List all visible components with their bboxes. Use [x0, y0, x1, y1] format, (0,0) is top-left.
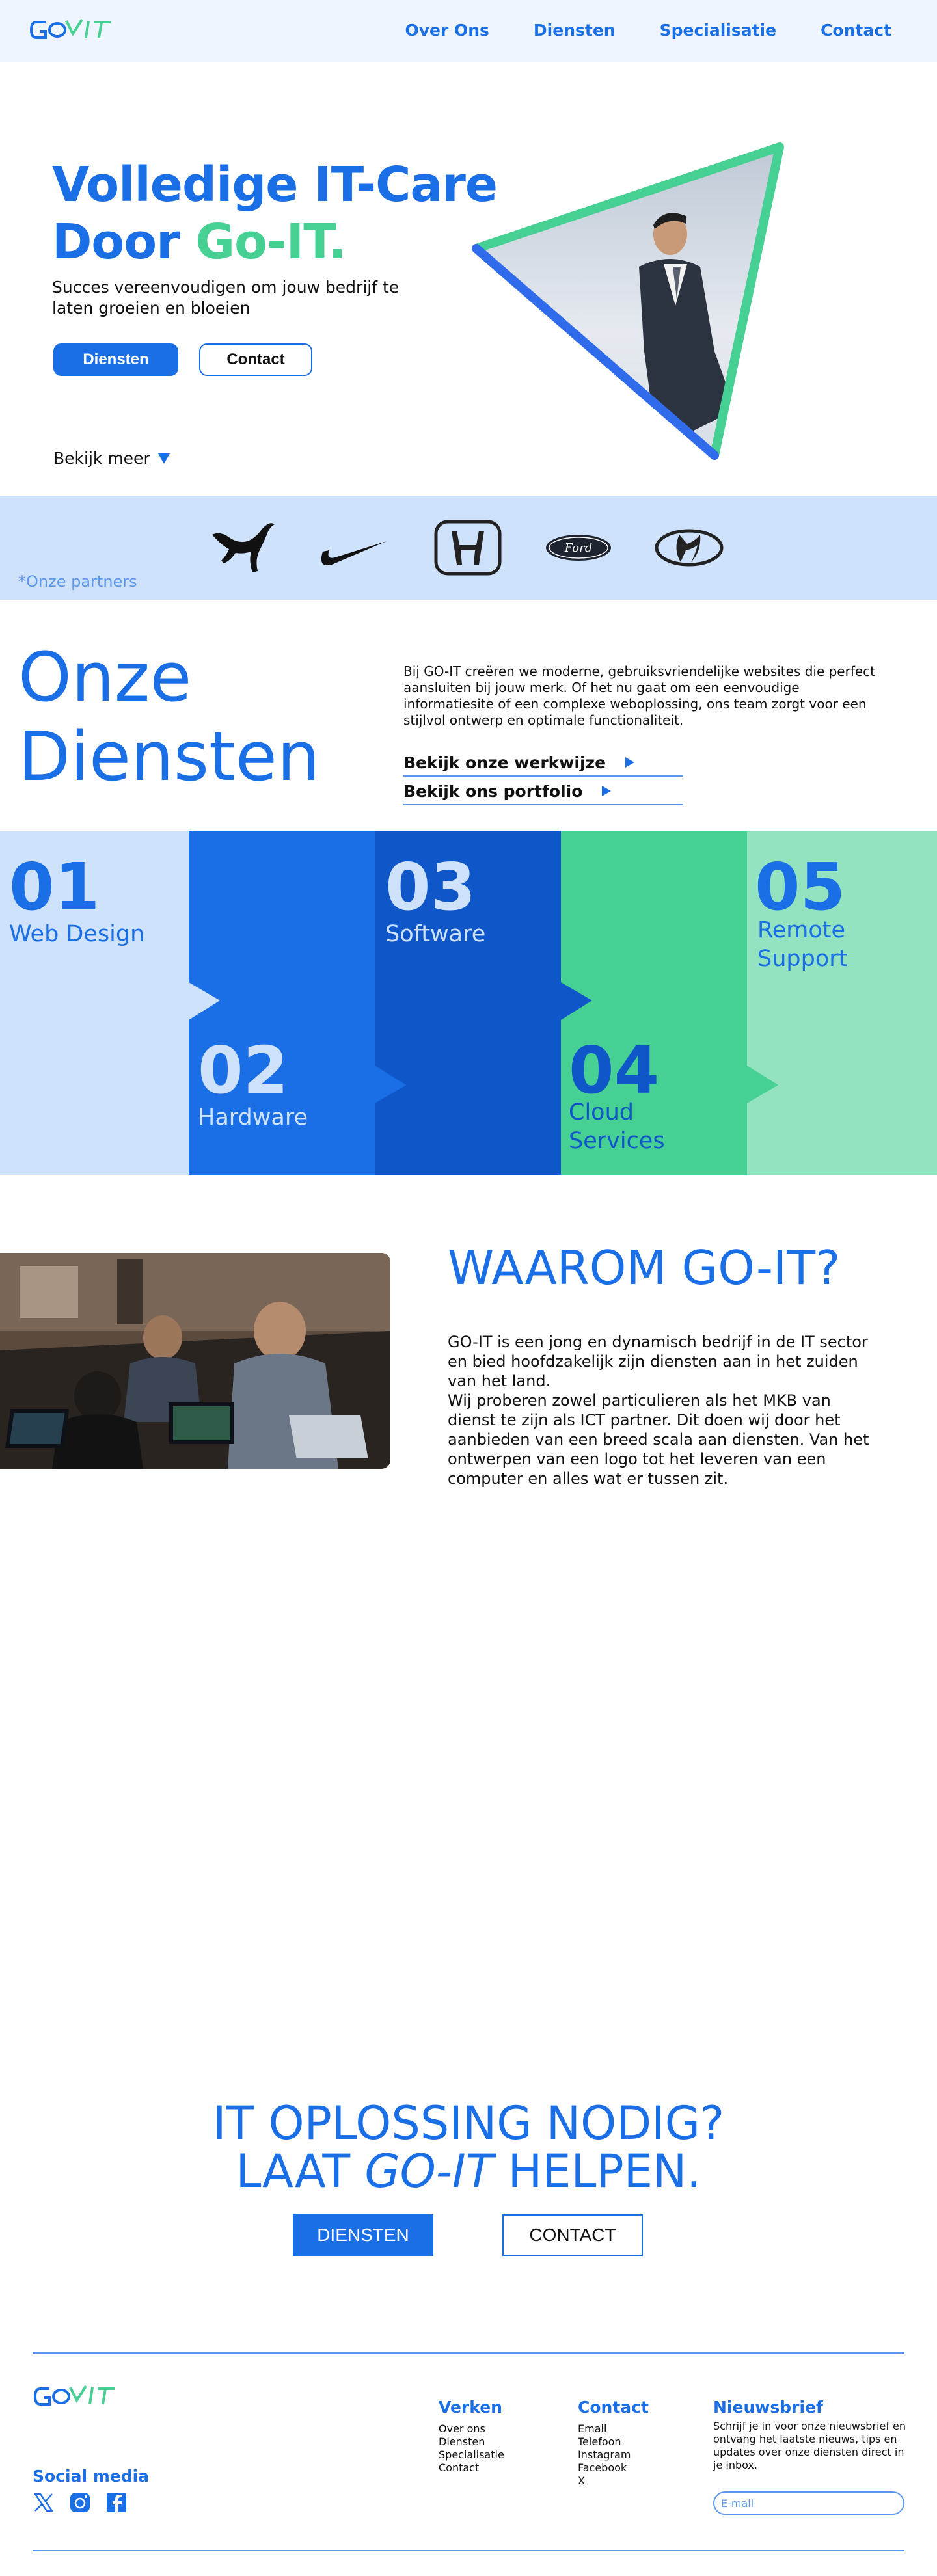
- service-name-line1: Cloud: [569, 1099, 634, 1125]
- contact-list: Email Telefoon Instagram Facebook X: [578, 2422, 631, 2488]
- waarom-text: GO-IT is een jong en dynamisch bedrijf i…: [448, 1333, 869, 1488]
- service-software[interactable]: 03 Software: [375, 831, 561, 1175]
- bekijk-meer-label: Bekijk meer: [53, 449, 150, 468]
- cta-line2-brand: GO-IT: [364, 2145, 494, 2198]
- service-number: 05: [755, 849, 846, 925]
- service-name-line1: Remote: [757, 917, 846, 943]
- footer-link-telefoon[interactable]: Telefoon: [578, 2435, 631, 2449]
- footer-go-it-logo[interactable]: [33, 2381, 124, 2412]
- contact-title: Contact: [578, 2398, 649, 2417]
- werkwijze-link[interactable]: Bekijk onze werkwijze: [403, 749, 683, 777]
- service-remote-support[interactable]: 05 Remote Support: [747, 831, 937, 1175]
- cta-line2-suffix: HELPEN.: [493, 2145, 701, 2198]
- diensten-title-line2: Diensten: [18, 717, 320, 796]
- waarom-title: WAAROM GO-IT?: [448, 1241, 841, 1295]
- ford-logo: Ford: [546, 535, 611, 561]
- service-number: 02: [198, 1032, 289, 1108]
- service-name: Web Design: [9, 921, 145, 947]
- social-media-title: Social media: [33, 2467, 150, 2486]
- portfolio-link[interactable]: Bekijk ons portfolio: [403, 778, 683, 805]
- partners-note: *Onze partners: [18, 572, 137, 591]
- cta-line1: IT OPLOSSING NODIG?: [212, 2097, 725, 2150]
- service-name: Software: [385, 921, 486, 947]
- service-number: 01: [9, 849, 100, 925]
- portfolio-label: Bekijk ons portfolio: [403, 781, 583, 801]
- service-web-design[interactable]: 01 Web Design: [0, 831, 189, 1175]
- diensten-description: Bij GO-IT creëren we moderne, gebruiksvr…: [403, 664, 876, 728]
- nike-logo: [321, 541, 387, 566]
- diensten-title: Onze Diensten: [18, 637, 320, 796]
- facebook-icon[interactable]: [105, 2491, 128, 2514]
- services-strip: 01 Web Design 02 Hardware 03 Software 04…: [0, 831, 937, 1175]
- go-it-logo[interactable]: [29, 14, 120, 46]
- diensten-title-line1: Onze: [18, 637, 192, 717]
- nav-contact[interactable]: Contact: [821, 21, 891, 40]
- hero-title-prefix: Door: [52, 214, 196, 270]
- site-header: Over Ons Diensten Specialisatie Contact: [0, 0, 937, 62]
- partners-band: Ford *Onze partners: [0, 496, 937, 600]
- service-number: 03: [385, 849, 476, 925]
- footer-link-contact[interactable]: Contact: [439, 2462, 504, 2475]
- werkwijze-label: Bekijk onze werkwijze: [403, 753, 606, 772]
- instagram-icon[interactable]: [69, 2491, 91, 2514]
- verken-list: Over ons Diensten Specialisatie Contact: [439, 2422, 504, 2475]
- footer-link-facebook[interactable]: Facebook: [578, 2462, 631, 2475]
- service-name-line2: Services: [569, 1128, 665, 1154]
- hero-diensten-button[interactable]: Diensten: [53, 343, 178, 376]
- service-name: Remote Support: [757, 916, 847, 973]
- nieuwsbrief-title: Nieuwsbrief: [713, 2398, 823, 2417]
- arrow-right-icon: [602, 786, 612, 796]
- footer-link-x[interactable]: X: [578, 2475, 631, 2488]
- nav-diensten[interactable]: Diensten: [534, 21, 616, 40]
- footer-link-specialisatie[interactable]: Specialisatie: [439, 2449, 504, 2462]
- x-icon[interactable]: [33, 2491, 55, 2514]
- email-field[interactable]: [713, 2491, 904, 2515]
- hero-subtitle: Succes vereenvoudigen om jouw bedrijf te…: [52, 278, 400, 317]
- chevron-down-icon: [157, 453, 170, 464]
- cta-line2-prefix: LAAT: [236, 2145, 365, 2198]
- cta-contact-button[interactable]: CONTACT: [502, 2214, 643, 2256]
- arrow-right-icon: [625, 757, 635, 768]
- hero-contact-button[interactable]: Contact: [199, 343, 312, 376]
- nav-specialisatie[interactable]: Specialisatie: [660, 21, 776, 40]
- bekijk-meer-link[interactable]: Bekijk meer: [53, 449, 170, 468]
- puma-logo: [212, 523, 275, 572]
- hyundai-logo: [655, 529, 724, 567]
- footer-divider-top: [33, 2352, 904, 2354]
- service-cloud[interactable]: 04 Cloud Services: [561, 831, 747, 1175]
- footer-divider-bottom: [33, 2550, 904, 2551]
- svg-text:Ford: Ford: [564, 541, 592, 555]
- hero-illustration: [472, 142, 784, 460]
- cta-diensten-button[interactable]: DIENSTEN: [293, 2214, 433, 2256]
- nav-over-ons[interactable]: Over Ons: [405, 21, 489, 40]
- service-name-line2: Support: [757, 946, 848, 972]
- honda-logo: [434, 520, 502, 576]
- service-name: Cloud Services: [569, 1098, 665, 1155]
- footer-link-over-ons[interactable]: Over ons: [439, 2422, 504, 2435]
- hero-title-accent: Go-IT.: [195, 214, 346, 270]
- team-photo-illustration: [0, 1253, 390, 1469]
- main-nav: Over Ons Diensten Specialisatie Contact: [405, 21, 891, 40]
- service-hardware[interactable]: 02 Hardware: [189, 831, 375, 1175]
- hero-title: Volledige IT-Care Door Go-IT.: [52, 156, 498, 271]
- footer-link-diensten[interactable]: Diensten: [439, 2435, 504, 2449]
- nieuwsbrief-text: Schrijf je in voor onze nieuwsbrief en o…: [713, 2420, 906, 2471]
- hero-title-line1: Volledige IT-Care: [52, 157, 498, 213]
- footer-link-instagram[interactable]: Instagram: [578, 2449, 631, 2462]
- team-photo: [0, 1253, 390, 1469]
- cta-line2: LAAT GO-IT HELPEN.: [0, 2148, 937, 2195]
- verken-title: Verken: [439, 2398, 502, 2417]
- social-icons: [33, 2491, 128, 2514]
- footer-link-email[interactable]: Email: [578, 2422, 631, 2435]
- service-name: Hardware: [198, 1105, 308, 1131]
- service-number: 04: [569, 1032, 660, 1108]
